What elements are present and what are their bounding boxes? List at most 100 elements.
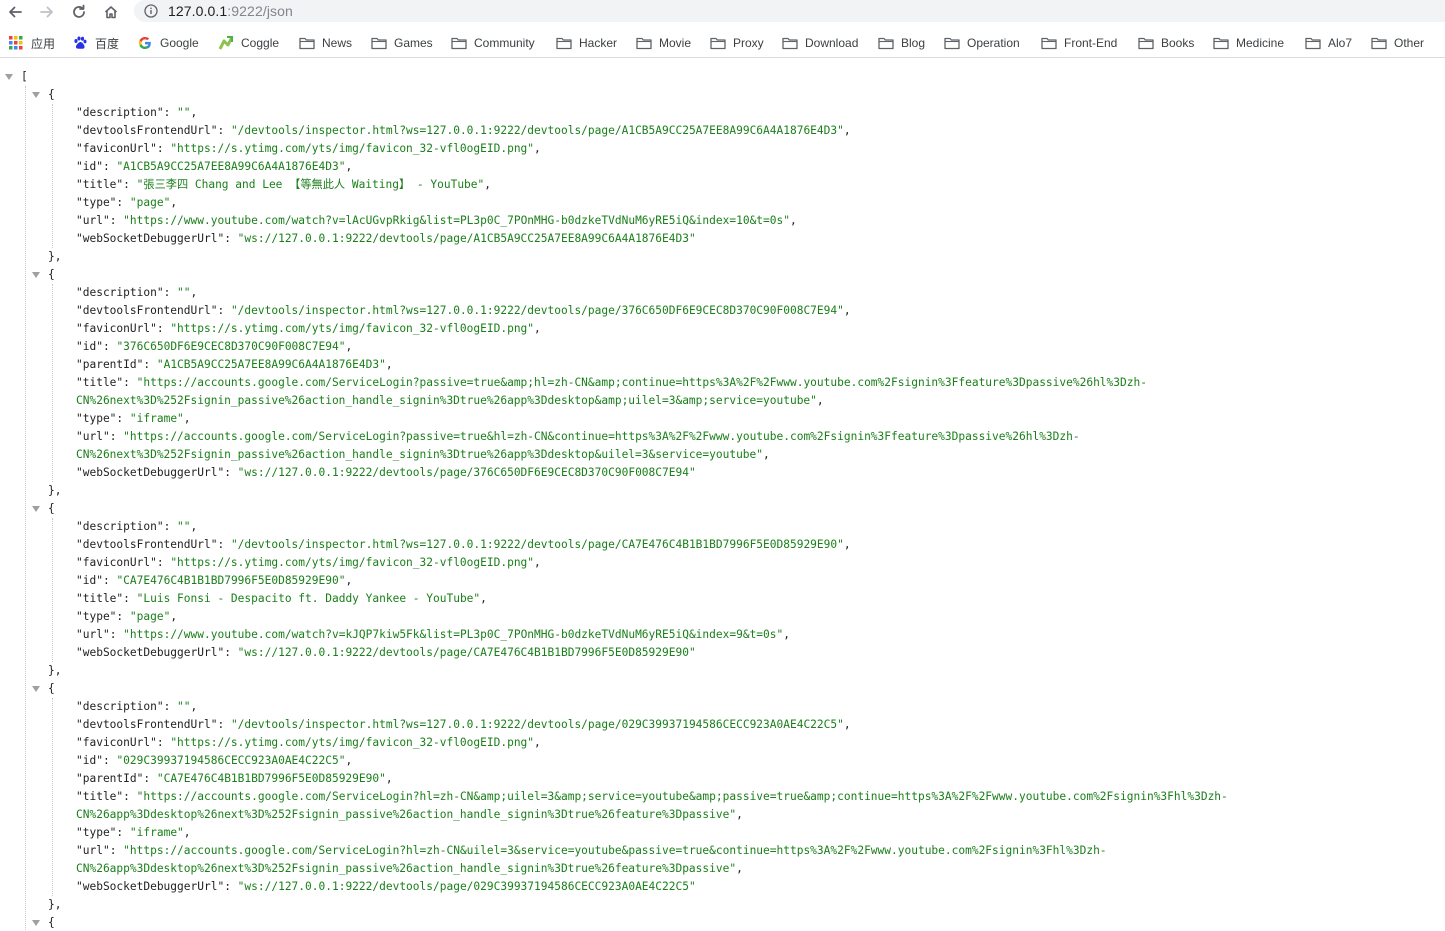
json-colon: : xyxy=(143,772,157,785)
json-property-faviconUrl: "faviconUrl": "https://s.ytimg.com/yts/i… xyxy=(76,554,541,572)
json-key: "url" xyxy=(76,430,110,443)
json-property-faviconUrl: "faviconUrl": "https://s.ytimg.com/yts/i… xyxy=(76,140,541,158)
bookmark-download[interactable]: Download xyxy=(782,33,858,53)
bookmark-other[interactable]: Other xyxy=(1371,33,1424,53)
collapse-toggle-icon[interactable] xyxy=(32,272,40,278)
bookmark-blog[interactable]: Blog xyxy=(878,33,925,53)
reload-button[interactable] xyxy=(67,0,91,24)
json-comma: , xyxy=(190,106,198,119)
json-property-devtoolsFrontendUrl: "devtoolsFrontendUrl": "/devtools/inspec… xyxy=(76,536,851,554)
folder-icon xyxy=(1371,35,1387,51)
json-string-value: "CA7E476C4B1B1BD7996F5E0D85929E90" xyxy=(156,772,386,785)
json-key: "devtoolsFrontendUrl" xyxy=(76,124,218,137)
json-key: "id" xyxy=(76,160,103,173)
json-colon: : xyxy=(163,286,178,299)
json-key: "type" xyxy=(76,610,117,623)
json-string-value: CN%26next%3D%252Fsignin_passive%26action… xyxy=(76,448,764,461)
json-colon: : xyxy=(109,844,124,857)
json-property-type: "type": "page", xyxy=(76,194,177,212)
bookmark-label: 应用 xyxy=(31,36,56,51)
json-string-value: "https://accounts.google.com/ServiceLogi… xyxy=(136,790,1228,803)
json-comma: , xyxy=(190,520,198,533)
json-property-parentId: "parentId": "CA7E476C4B1B1BD7996F5E0D859… xyxy=(76,770,393,788)
bookmark-label: Blog xyxy=(901,36,926,50)
json-comma: , xyxy=(345,574,353,587)
address-bar[interactable]: 127.0.0.1:9222/json xyxy=(134,0,1445,22)
bookmark-news[interactable]: News xyxy=(299,33,352,53)
json-key: "faviconUrl" xyxy=(76,142,157,155)
bookmark-apps[interactable]: 应用 xyxy=(8,33,55,53)
bookmark-community[interactable]: Community xyxy=(451,33,535,53)
json-key: "webSocketDebuggerUrl" xyxy=(76,466,225,479)
json-key: "faviconUrl" xyxy=(76,736,157,749)
json-key: "type" xyxy=(76,826,117,839)
json-comma: , xyxy=(783,628,790,641)
json-array-open: [ xyxy=(21,68,28,86)
json-property-url: "url": "https://www.youtube.com/watch?v=… xyxy=(76,626,790,644)
forward-button[interactable] xyxy=(35,0,59,24)
bookmark-books[interactable]: Books xyxy=(1138,33,1194,53)
folder-icon xyxy=(1041,35,1057,51)
bookmark-baidu[interactable]: 百度 xyxy=(72,33,119,53)
collapse-toggle-icon[interactable] xyxy=(32,506,40,512)
json-comma: , xyxy=(345,754,353,767)
bookmark-front-end[interactable]: Front-End xyxy=(1041,33,1117,53)
json-string-value: "A1CB5A9CC25A7EE8A99C6A4A1876E4D3" xyxy=(156,358,386,371)
collapse-toggle-icon[interactable] xyxy=(32,920,40,926)
json-key: "webSocketDebuggerUrl" xyxy=(76,232,225,245)
bookmark-medicine[interactable]: Medicine xyxy=(1213,33,1284,53)
json-comma: , xyxy=(843,538,851,551)
info-icon[interactable] xyxy=(144,4,158,18)
json-object-close: }, xyxy=(48,248,61,266)
json-property-title: "title": "張三李四 Chang and Lee 【等無此人 Waiti… xyxy=(76,176,491,194)
home-button[interactable] xyxy=(99,0,123,24)
indent-guide xyxy=(52,284,53,482)
json-bracket: }, xyxy=(48,484,62,497)
url-path: :9222/json xyxy=(227,3,293,19)
json-object-open: { xyxy=(48,266,55,284)
bookmark-operation[interactable]: Operation xyxy=(944,33,1020,53)
folder-icon xyxy=(878,35,894,51)
bookmark-hacker[interactable]: Hacker xyxy=(556,33,617,53)
json-string-value: "https://www.youtube.com/watch?v=lAcUGvp… xyxy=(123,214,790,227)
json-object-close: }, xyxy=(48,896,61,914)
bookmark-alo7[interactable]: Alo7 xyxy=(1305,33,1352,53)
url-host: 127.0.0.1 xyxy=(168,3,228,19)
bookmark-proxy[interactable]: Proxy xyxy=(710,33,764,53)
json-key: "url" xyxy=(76,844,110,857)
json-property-parentId: "parentId": "A1CB5A9CC25A7EE8A99C6A4A187… xyxy=(76,356,393,374)
back-button[interactable] xyxy=(3,0,27,24)
json-colon: : xyxy=(123,592,137,605)
json-key: "id" xyxy=(76,340,103,353)
bookmark-label: Other xyxy=(1394,36,1425,50)
json-object-open: { xyxy=(48,914,55,931)
collapse-toggle-icon[interactable] xyxy=(32,92,40,98)
json-key: "faviconUrl" xyxy=(76,322,157,335)
json-property-url: "url": "https://accounts.google.com/Serv… xyxy=(76,842,1107,860)
json-string-value: "ws://127.0.0.1:9222/devtools/page/376C6… xyxy=(237,466,696,479)
json-property-title: "title": "https://accounts.google.com/Se… xyxy=(76,374,1147,392)
arrow-left-icon xyxy=(9,6,22,18)
json-string-value: "https://s.ytimg.com/yts/img/favicon_32-… xyxy=(170,556,535,569)
json-key: "devtoolsFrontendUrl" xyxy=(76,718,218,731)
bookmark-coggle[interactable]: Coggle xyxy=(218,33,279,53)
json-bracket: { xyxy=(48,268,55,281)
json-colon: : xyxy=(224,646,238,659)
bookmark-google[interactable]: Google xyxy=(137,33,199,53)
bookmark-label: Front-End xyxy=(1064,36,1118,50)
bookmark-games[interactable]: Games xyxy=(371,33,433,53)
json-comma: , xyxy=(385,772,393,785)
json-comma: , xyxy=(843,304,851,317)
json-colon: : xyxy=(102,340,117,353)
json-comma: , xyxy=(534,322,541,335)
json-comma: , xyxy=(345,160,353,173)
collapse-toggle-icon[interactable] xyxy=(32,686,40,692)
json-colon: : xyxy=(163,106,178,119)
collapse-toggle-icon[interactable] xyxy=(5,74,13,80)
json-comma: , xyxy=(534,556,541,569)
bookmark-label: Operation xyxy=(967,36,1020,50)
bookmark-movie[interactable]: Movie xyxy=(636,33,691,53)
json-colon: : xyxy=(109,430,124,443)
json-key: "title" xyxy=(76,592,124,605)
json-key: "webSocketDebuggerUrl" xyxy=(76,646,225,659)
